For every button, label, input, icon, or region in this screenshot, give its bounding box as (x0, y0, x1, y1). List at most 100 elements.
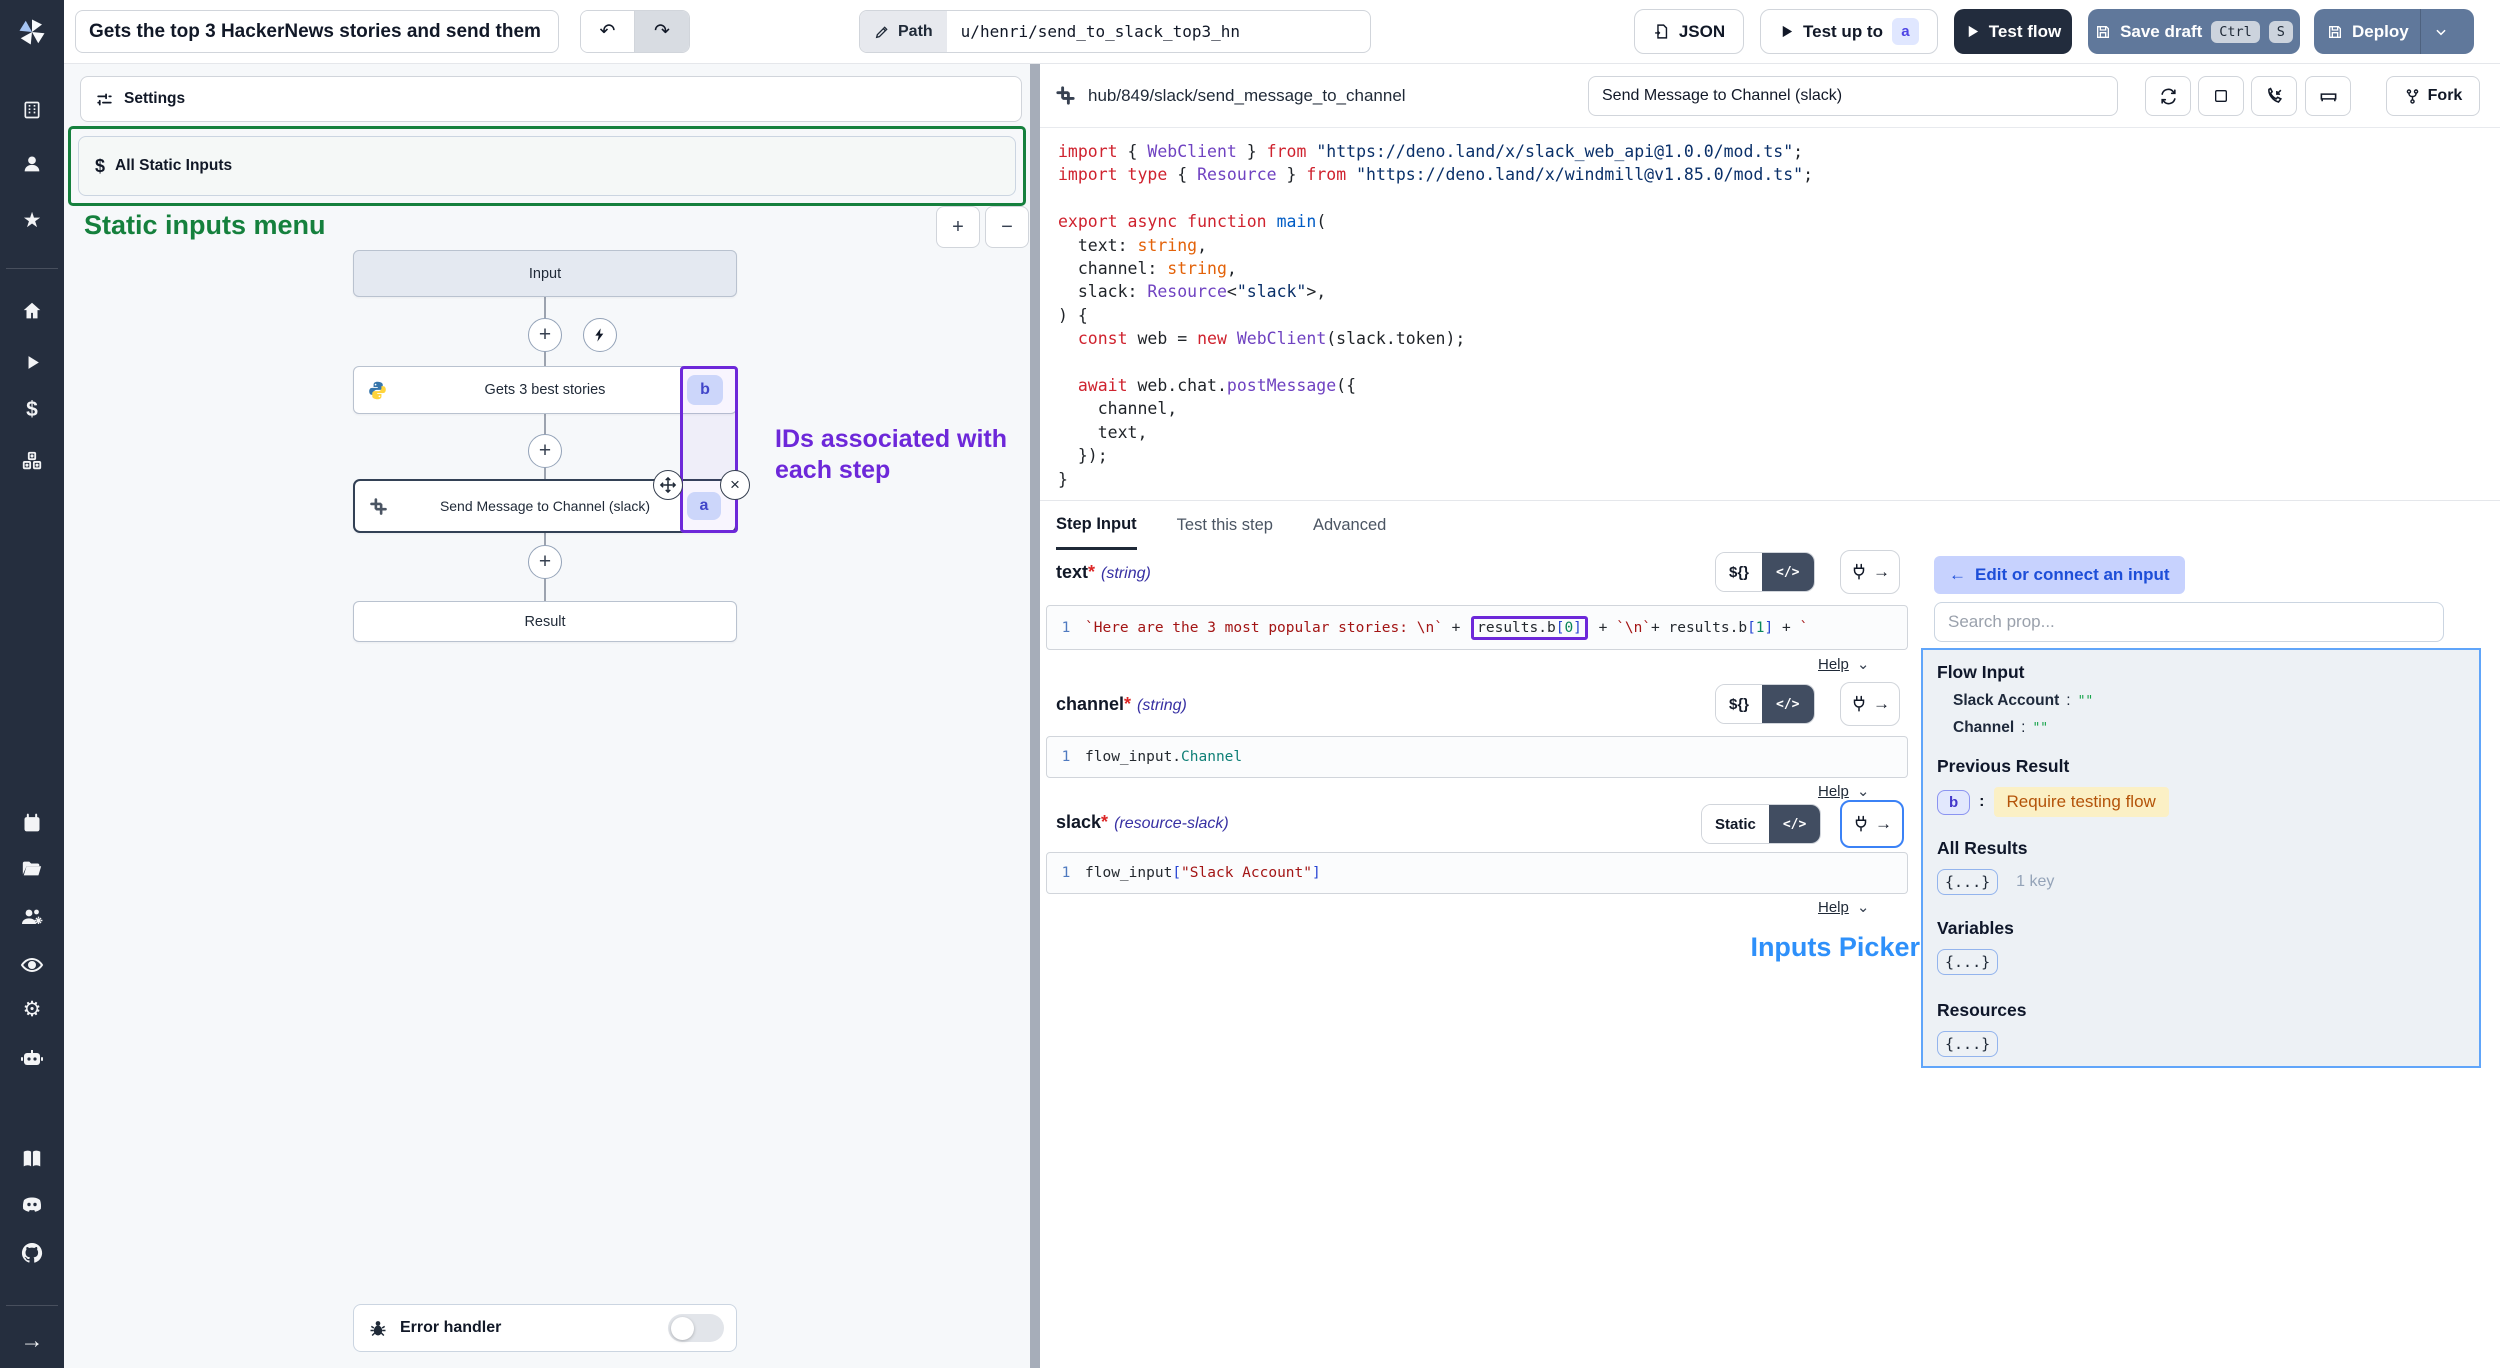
flow-settings-button[interactable]: Settings (80, 76, 1022, 122)
top-toolbar: ↶ ↷ Path u/henri/send_to_slack_top3_hn J… (64, 0, 2500, 64)
path-control[interactable]: Path u/henri/send_to_slack_top3_hn (859, 10, 1371, 53)
undo-button[interactable]: ↶ (581, 11, 635, 52)
flow-input-node[interactable]: Input (353, 250, 737, 297)
step-a-id-badge[interactable]: a (687, 492, 721, 520)
toggle-knob (671, 1317, 694, 1340)
schedules-calendar-icon[interactable] (0, 803, 64, 843)
folders-icon[interactable] (0, 849, 64, 889)
step-b-id-badge[interactable]: b (687, 375, 723, 405)
flow-input-title: Flow Input (1937, 662, 2465, 683)
redo-icon: ↷ (654, 20, 670, 43)
kbd-s: S (2269, 21, 2293, 43)
bug-icon (368, 1318, 388, 1338)
variables-dollar-icon[interactable]: $ (0, 390, 64, 430)
deploy-button[interactable]: Deploy (2314, 9, 2474, 54)
prop-slack-account[interactable]: Slack Account:"" (1953, 692, 2465, 710)
field-slack-help[interactable]: Help⌄ (1818, 898, 1869, 916)
error-handler-toggle[interactable] (668, 1314, 724, 1342)
arrow-left-icon: ← (1949, 565, 1966, 585)
insert-step-button[interactable]: + (528, 318, 562, 352)
field-channel-connect-button[interactable]: → (1840, 682, 1900, 726)
flow-result-node[interactable]: Result (353, 601, 737, 642)
resources-object-chip[interactable]: {...} (1937, 1031, 1998, 1057)
field-text-connect-button[interactable]: → (1840, 550, 1900, 594)
field-channel-help[interactable]: Help⌄ (1818, 782, 1869, 800)
test-flow-button[interactable]: Test flow (1954, 9, 2072, 54)
static-inputs-menu-annotation: Static inputs menu (84, 210, 326, 241)
field-slack-mode-toggle[interactable]: Static </> (1701, 804, 1821, 844)
step-editor-panel: hub/849/slack/send_message_to_channel Fo… (1040, 64, 2500, 1368)
tab-advanced[interactable]: Advanced (1313, 501, 1386, 550)
field-channel-expression-editor[interactable]: 1 flow_input.Channel (1046, 736, 1908, 778)
reload-icon-button[interactable] (2145, 76, 2191, 116)
field-channel-label: channel*(string) (1056, 694, 1187, 715)
field-text-label: text*(string) (1056, 562, 1151, 583)
resources-boxes-icon[interactable] (0, 441, 64, 481)
search-prop-input[interactable] (1934, 602, 2444, 642)
tab-test-this-step[interactable]: Test this step (1177, 501, 1273, 550)
play-icon (1965, 24, 1980, 39)
field-channel-mode-toggle[interactable]: ${} </> (1715, 684, 1815, 724)
prop-channel[interactable]: Channel:"" (1953, 719, 2465, 737)
webhook-phone-icon-button[interactable] (2251, 76, 2297, 116)
step-badge-a: a (1892, 18, 1919, 45)
home-icon[interactable] (0, 291, 64, 331)
field-text-expression-editor[interactable]: 1 `Here are the 3 most popular stories: … (1046, 605, 1908, 650)
insert-step-button[interactable]: + (528, 434, 562, 468)
field-slack-connect-button-active[interactable]: → (1840, 800, 1904, 848)
diff-bench-icon-button[interactable] (2305, 76, 2351, 116)
trigger-bolt-button[interactable] (583, 318, 617, 352)
favorites-star-icon[interactable]: ★ (0, 200, 64, 240)
expand-arrow-icon[interactable]: → (0, 1320, 64, 1360)
delete-step-button[interactable]: × (720, 470, 750, 500)
audit-eye-icon[interactable] (0, 945, 64, 985)
field-text-mode-toggle[interactable]: ${} </> (1715, 552, 1815, 592)
error-handler-card[interactable]: Error handler (353, 1304, 737, 1352)
workspace-building-icon[interactable] (0, 90, 64, 130)
settings-gear-icon[interactable]: ⚙ (0, 989, 64, 1029)
kbd-ctrl: Ctrl (2211, 21, 2260, 43)
runs-play-icon[interactable] (0, 342, 64, 382)
zoom-in-button[interactable]: + (936, 206, 980, 248)
redo-button[interactable]: ↷ (635, 11, 689, 52)
fork-button[interactable]: Fork (2386, 76, 2480, 116)
save-draft-button[interactable]: Save draft Ctrl S (2088, 9, 2300, 54)
variables-object-chip[interactable]: {...} (1937, 949, 1998, 975)
save-icon (2327, 24, 2343, 40)
all-results-object-chip[interactable]: {...} (1937, 869, 1998, 895)
step-summary-input[interactable] (1588, 76, 2118, 116)
fork-icon (2404, 88, 2421, 105)
variables-title: Variables (1937, 918, 2465, 939)
test-up-to-button[interactable]: Test up to a (1760, 9, 1938, 54)
user-icon[interactable] (0, 144, 64, 184)
tab-step-input[interactable]: Step Input (1056, 501, 1137, 550)
docs-book-icon[interactable] (0, 1139, 64, 1179)
prev-result-step-badge[interactable]: b (1937, 790, 1970, 815)
edit-or-connect-button[interactable]: ← Edit or connect an input (1934, 556, 2185, 594)
panel-resizer[interactable] (1030, 64, 1040, 1368)
pencil-icon (874, 24, 890, 40)
insert-step-button[interactable]: + (528, 545, 562, 579)
groups-gear-icon[interactable] (0, 897, 64, 937)
discord-icon[interactable] (0, 1185, 64, 1225)
field-slack-expression-editor[interactable]: 1 flow_input["Slack Account"] (1046, 852, 1908, 894)
expand-square-icon-button[interactable] (2198, 76, 2244, 116)
json-button[interactable]: JSON (1634, 9, 1744, 54)
github-icon[interactable] (0, 1233, 64, 1273)
field-text-help[interactable]: Help⌄ (1818, 655, 1869, 673)
flow-title-input[interactable] (75, 10, 559, 53)
inputs-picker-panel: Flow Input Slack Account:"" Channel:"" P… (1921, 648, 2481, 1068)
hub-script-path[interactable]: hub/849/slack/send_message_to_channel (1088, 64, 1406, 128)
ai-robot-icon[interactable] (0, 1039, 64, 1079)
previous-result-row: b : Require testing flow (1937, 787, 2465, 817)
zoom-out-button[interactable]: − (985, 206, 1029, 248)
slack-icon (1054, 84, 1077, 107)
path-value: u/henri/send_to_slack_top3_hn (947, 11, 1254, 52)
move-step-handle[interactable] (653, 470, 683, 500)
windmill-logo[interactable] (0, 0, 64, 64)
code-editor[interactable]: import { WebClient } from "https://deno.… (1040, 128, 2500, 500)
resources-title: Resources (1937, 1000, 2465, 1021)
all-static-inputs-button[interactable]: $ All Static Inputs (78, 136, 1016, 196)
inputs-picker-annotation: Inputs Picker (1680, 932, 1920, 963)
chevron-down-icon[interactable] (2420, 9, 2461, 54)
